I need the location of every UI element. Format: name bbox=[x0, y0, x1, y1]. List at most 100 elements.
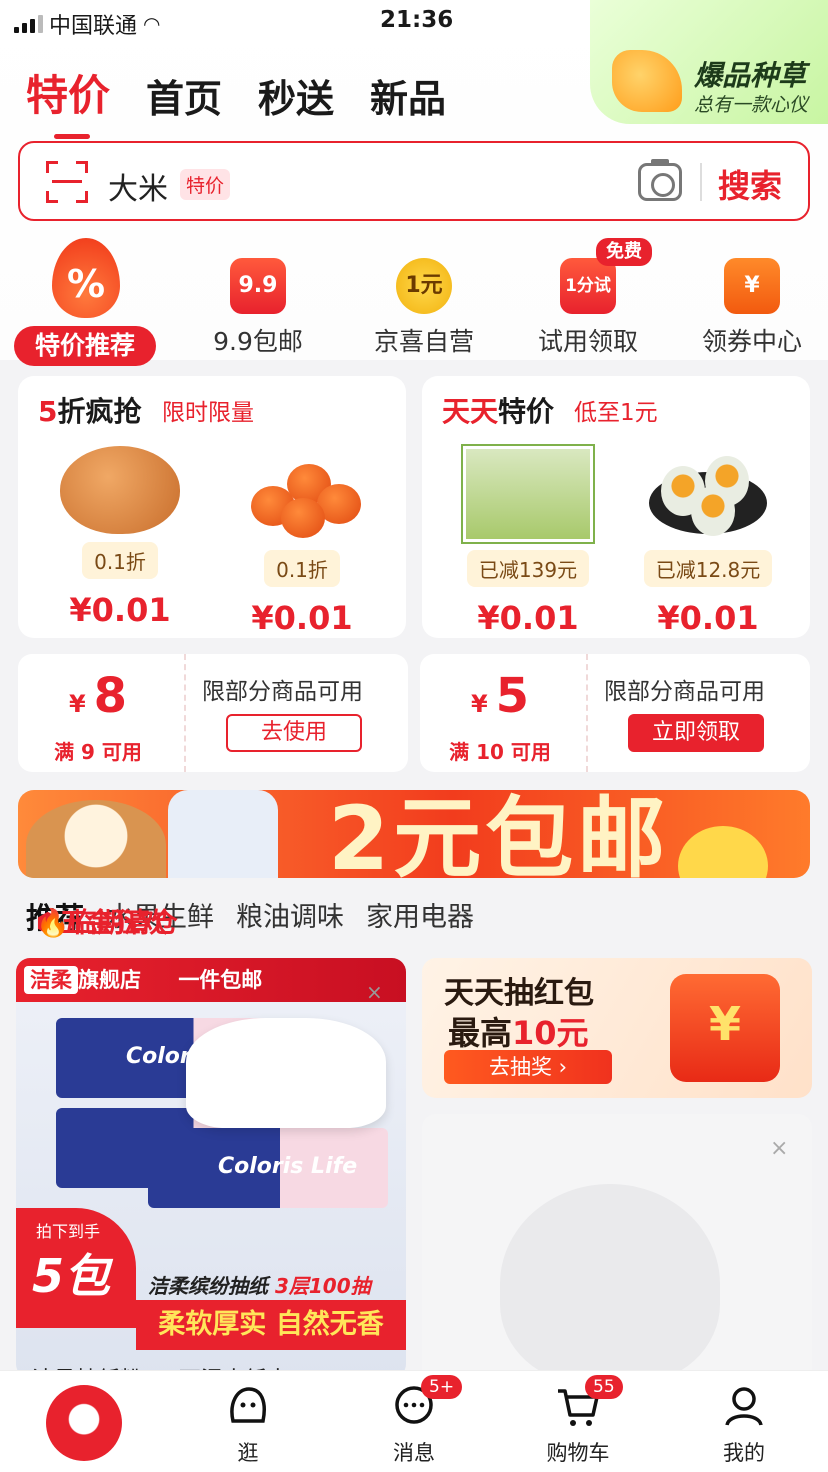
discount-chip: 0.1折 bbox=[82, 542, 158, 579]
nav-deals-recommend[interactable]: % 特价推荐 bbox=[14, 238, 156, 366]
clock: 21:36 bbox=[380, 7, 454, 33]
search-input[interactable]: 大米 bbox=[108, 164, 168, 208]
discount-chip: 已减139元 bbox=[466, 550, 590, 587]
tab-profile[interactable]: 我的 bbox=[684, 1383, 804, 1467]
icon-nav: % 特价推荐 9.9 9.9包邮 1元 京喜自营 1分试 免费 试用领取 ¥ 领… bbox=[0, 232, 828, 366]
free-shipping-label: 一件包邮 bbox=[178, 968, 263, 992]
coupon-description: 限部分商品可用 bbox=[202, 679, 363, 705]
coupon-divider bbox=[586, 654, 588, 772]
carrier-name: 中国联通 bbox=[49, 14, 138, 39]
product-price: ¥0.01 bbox=[657, 599, 759, 637]
nav-label: 领券中心 bbox=[701, 327, 802, 356]
search-divider bbox=[700, 163, 702, 201]
egg-image bbox=[60, 446, 180, 534]
red-packet-title: 天天抽红包 bbox=[444, 976, 594, 1011]
nav-deals-recommend-label: 特价推荐 bbox=[14, 326, 156, 366]
trial-icon-text: 1分试 bbox=[565, 276, 611, 296]
cart-icon: 55 bbox=[555, 1375, 623, 1429]
red-envelope-icon: ¥ bbox=[670, 974, 780, 1082]
coupon-condition: 满 10 可用 bbox=[449, 740, 551, 764]
tab-cart[interactable]: 55 购物车 bbox=[518, 1375, 638, 1467]
free-badge: 免费 bbox=[596, 238, 652, 266]
nav-label: 9.9包邮 bbox=[213, 327, 303, 356]
tab-new[interactable]: 新品 bbox=[370, 68, 446, 123]
flash-sale-panel[interactable]: 5折疯抢 限时限量 0.1折 ¥0.01 0.1折 ¥0.01 bbox=[18, 376, 406, 638]
tab-home[interactable]: 首页 bbox=[146, 68, 222, 123]
wifi-icon: ◠ bbox=[143, 12, 161, 36]
tab-instant-delivery[interactable]: 秒送 bbox=[258, 68, 334, 123]
browse-icon bbox=[225, 1383, 271, 1429]
nav-coupon-center[interactable]: ¥ 领券中心 bbox=[682, 258, 822, 358]
message-count-badge: 5+ bbox=[421, 1375, 463, 1399]
product-price: ¥0.01 bbox=[477, 599, 579, 637]
bottom-tabbar: 逛 5+ 消息 55 购物车 我的 bbox=[0, 1370, 828, 1472]
tab-messages[interactable]: 5+ 消息 bbox=[354, 1375, 474, 1467]
tab-label: 消息 bbox=[393, 1441, 435, 1465]
product-tile[interactable]: 0.1折 ¥0.01 bbox=[40, 446, 200, 629]
message-icon: 5+ bbox=[391, 1375, 463, 1429]
coupon-divider bbox=[184, 654, 186, 772]
close-icon[interactable]: × bbox=[770, 1136, 788, 1161]
claim-coupon-button[interactable]: 立即领取 bbox=[628, 714, 764, 752]
close-icon[interactable]: × bbox=[366, 980, 383, 1004]
persimmon-image bbox=[237, 446, 367, 542]
profile-icon bbox=[721, 1383, 767, 1429]
cart-count-badge: 55 bbox=[585, 1375, 623, 1399]
promo-subtitle: 总有一款心仪 bbox=[694, 94, 809, 116]
coupon-icon: ¥ bbox=[724, 258, 780, 314]
daily-deals-panel[interactable]: 天天特价 低至1元 已减139元 ¥0.01 已减12.8元 ¥0.01 bbox=[422, 376, 810, 638]
search-bar[interactable]: 大米 特价 搜索 bbox=[18, 141, 810, 221]
product-tile[interactable]: 0.1折 ¥0.01 bbox=[222, 446, 382, 637]
category-grain-oil[interactable]: 粮油调味 bbox=[236, 895, 344, 943]
currency-symbol: ¥ bbox=[68, 690, 86, 718]
scan-icon[interactable] bbox=[46, 161, 88, 203]
egg-basket-image bbox=[26, 800, 166, 878]
promo-title: 爆品种草 bbox=[694, 59, 807, 92]
green-grapes-image bbox=[463, 446, 593, 542]
product-tile[interactable]: 已减139元 ¥0.01 bbox=[448, 446, 608, 637]
coupon-value: ¥5 满 10 可用 bbox=[420, 654, 580, 772]
sneaker-icon bbox=[612, 50, 682, 112]
search-button[interactable]: 搜索 bbox=[718, 161, 782, 207]
product-price: ¥0.01 bbox=[251, 599, 353, 637]
tissue-pack-image: Coloris Life bbox=[148, 1128, 388, 1208]
product-tile[interactable]: 已减12.8元 ¥0.01 bbox=[628, 446, 788, 637]
coupon-card[interactable]: ¥8 满 9 可用 限部分商品可用 去使用 bbox=[18, 654, 408, 772]
use-coupon-button[interactable]: 去使用 bbox=[226, 714, 362, 752]
camera-icon[interactable] bbox=[638, 159, 682, 201]
discount-chip: 已减12.8元 bbox=[643, 550, 773, 587]
pack-brand: Coloris Life bbox=[218, 1154, 358, 1179]
draw-button[interactable]: 去抽奖 › bbox=[444, 1050, 612, 1084]
detergent-bottle-image bbox=[168, 790, 278, 878]
tab-label: 购物车 bbox=[546, 1441, 610, 1465]
promo-corner-banner[interactable]: 爆品种草 总有一款心仪 bbox=[590, 0, 828, 124]
home-joy-icon[interactable] bbox=[46, 1385, 122, 1461]
category-appliances[interactable]: 家用电器 bbox=[366, 895, 474, 943]
category-tabs: 推荐 ⬢五金狂欢 水果生鲜 🔥临期清仓 粮油调味 家用电器 bbox=[0, 895, 828, 943]
top-tabs: 特价 首页 秒送 新品 bbox=[26, 62, 446, 139]
free-shipping-banner[interactable]: 2元包邮 bbox=[18, 790, 810, 878]
got-label: 拍下到手 bbox=[36, 1222, 101, 1241]
coupon-condition: 满 9 可用 bbox=[54, 740, 142, 764]
tab-deals[interactable]: 特价 bbox=[26, 62, 110, 139]
coupon-card[interactable]: ¥5 满 10 可用 限部分商品可用 立即领取 bbox=[420, 654, 810, 772]
tissue-image bbox=[186, 1018, 386, 1128]
package-count-badge: 拍下到手 5包 bbox=[16, 1208, 136, 1328]
store-strip: 洁柔 旗舰店 一件包邮 bbox=[16, 958, 406, 1002]
product-card[interactable]: 洁柔旗舰店 一件包邮 × Coloris Life Coloris Life 拍… bbox=[16, 958, 406, 1378]
nav-trial[interactable]: 1分试 免费 试用领取 bbox=[518, 238, 658, 358]
currency-symbol: ¥ bbox=[470, 690, 488, 718]
search-tag: 特价 bbox=[180, 169, 231, 200]
red-packet-card[interactable]: 天天抽红包 最高10元 去抽奖 › ¥ bbox=[422, 958, 812, 1098]
nine-nine-icon: 9.9 bbox=[230, 258, 286, 314]
fire-icon: 🔥 bbox=[36, 908, 70, 939]
nav-jingxi-self[interactable]: 1元 京喜自营 bbox=[354, 258, 494, 358]
banner-headline: 2元包邮 bbox=[328, 790, 670, 878]
store-name-suffix: 旗舰店 bbox=[78, 968, 141, 992]
coupon-description: 限部分商品可用 bbox=[604, 679, 765, 705]
category-label: 临期清仓 bbox=[69, 908, 178, 939]
nav-label: 京喜自营 bbox=[373, 327, 474, 356]
coupon-amount: 8 bbox=[93, 668, 128, 724]
tab-browse[interactable]: 逛 bbox=[188, 1383, 308, 1467]
nav-9-9-free-shipping[interactable]: 9.9 9.9包邮 bbox=[188, 258, 328, 358]
